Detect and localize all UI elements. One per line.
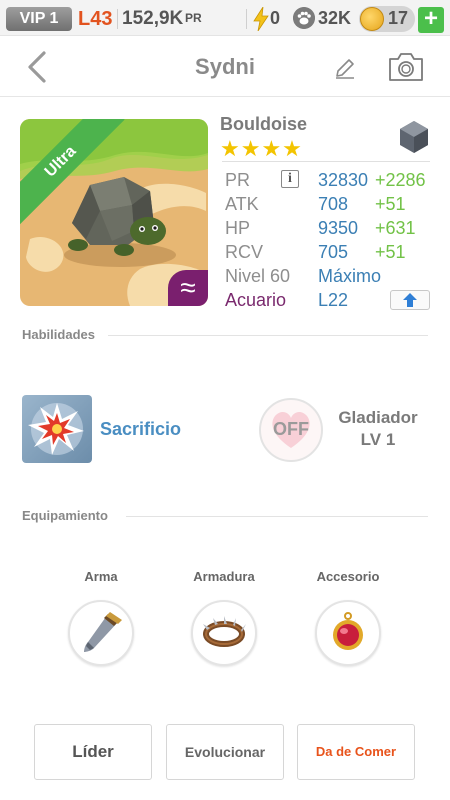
rock-type-icon — [400, 121, 428, 153]
pencil-icon[interactable] — [334, 57, 356, 79]
equipment-heading: Equipamiento — [22, 508, 108, 523]
stat-value: 705 — [318, 242, 349, 262]
section-divider — [126, 516, 428, 517]
active-skill-tile[interactable] — [22, 395, 92, 463]
stat-row-level: Nivel 60 Máximo — [225, 264, 435, 288]
evolve-button[interactable]: Evolucionar — [166, 724, 284, 780]
stat-label: HP — [225, 218, 251, 238]
stat-value: 708 — [318, 194, 349, 214]
level-value: Máximo — [318, 266, 382, 286]
camera-icon[interactable] — [388, 52, 424, 82]
accessory-slot[interactable] — [315, 600, 381, 666]
stats-divider — [222, 161, 430, 162]
energy-count: 0 — [270, 8, 281, 28]
creature-detail-screen: VIP 1 L43 152,9K PR 0 32K 17 + Sydni Ult… — [0, 0, 450, 800]
creature-portrait[interactable]: Ultra ≈ — [20, 119, 208, 306]
add-coins-button[interactable]: + — [418, 7, 444, 33]
coin-icon — [360, 7, 384, 31]
coin-count: 17 — [388, 8, 409, 28]
stat-bonus: +2286 — [375, 170, 426, 190]
creature-species-name: Bouldoise — [220, 114, 308, 134]
spiked-collar-icon — [203, 616, 246, 647]
active-skill-name[interactable]: Sacrificio — [100, 419, 181, 440]
stat-row-sign: Acuario L22 — [225, 288, 435, 312]
stat-value: 32830 — [318, 170, 369, 190]
stat-label: RCV — [225, 242, 264, 262]
passive-skill-title: Gladiador — [338, 408, 418, 427]
vip-badge[interactable]: VIP 1 — [6, 7, 72, 31]
info-icon[interactable]: i — [281, 170, 299, 188]
stat-bonus: +631 — [375, 218, 416, 238]
stat-label: PR — [225, 170, 251, 190]
stat-bonus: +51 — [375, 242, 406, 262]
status-divider — [246, 9, 247, 29]
page-title: Sydni — [195, 54, 255, 79]
stat-row-atk: ATK 708 +51 — [225, 192, 435, 216]
explosion-icon — [28, 403, 84, 455]
armor-slot[interactable] — [191, 600, 257, 666]
passive-skill-name[interactable]: Gladiador LV 1 — [330, 407, 426, 451]
stat-bonus: +51 — [375, 194, 406, 214]
stat-row-rcv: RCV 705 +51 — [225, 240, 435, 264]
abilities-heading: Habilidades — [22, 327, 95, 342]
status-divider — [117, 9, 118, 29]
level-label: Nivel 60 — [225, 266, 291, 286]
paw-count: 32K — [318, 8, 352, 28]
star-rating: ★★★★ — [220, 136, 303, 161]
stat-label: ATK — [225, 194, 259, 214]
claw-icon — [84, 612, 122, 652]
status-bar: VIP 1 L43 152,9K PR 0 32K 17 + — [0, 0, 450, 36]
weapon-slot[interactable] — [68, 600, 134, 666]
water-element-icon: ≈ — [168, 270, 208, 306]
weapon-slot-label: Arma — [84, 569, 118, 584]
lightning-icon — [253, 7, 269, 31]
passive-skill-state: OFF — [273, 419, 309, 439]
player-power: 152,9K — [122, 8, 184, 29]
stat-row-pr: PR i 32830 +2286 — [225, 168, 435, 192]
leader-button[interactable]: Líder — [34, 724, 152, 780]
ruby-amulet-icon — [333, 612, 363, 650]
accessory-slot-label: Accesorio — [316, 569, 380, 584]
armor-slot-label: Armadura — [193, 569, 255, 584]
player-level: L43 — [78, 8, 113, 30]
sign-level: L22 — [318, 290, 349, 310]
arrow-up-icon — [403, 293, 417, 307]
stat-row-hp: HP 9350 +631 — [225, 216, 435, 240]
stat-value: 9350 — [318, 218, 359, 238]
passive-skill-level: LV 1 — [360, 430, 396, 449]
player-power-unit: PR — [185, 11, 202, 25]
paw-icon — [293, 7, 315, 29]
feed-button[interactable]: Da de Comer — [297, 724, 415, 780]
stats-table: PR i 32830 +2286 ATK 708 +51 HP 9350 +63… — [225, 168, 435, 312]
sign-label: Acuario — [225, 290, 287, 310]
nav-header: Sydni — [0, 37, 450, 97]
section-divider — [108, 335, 428, 336]
sign-upgrade-button[interactable] — [390, 290, 430, 310]
